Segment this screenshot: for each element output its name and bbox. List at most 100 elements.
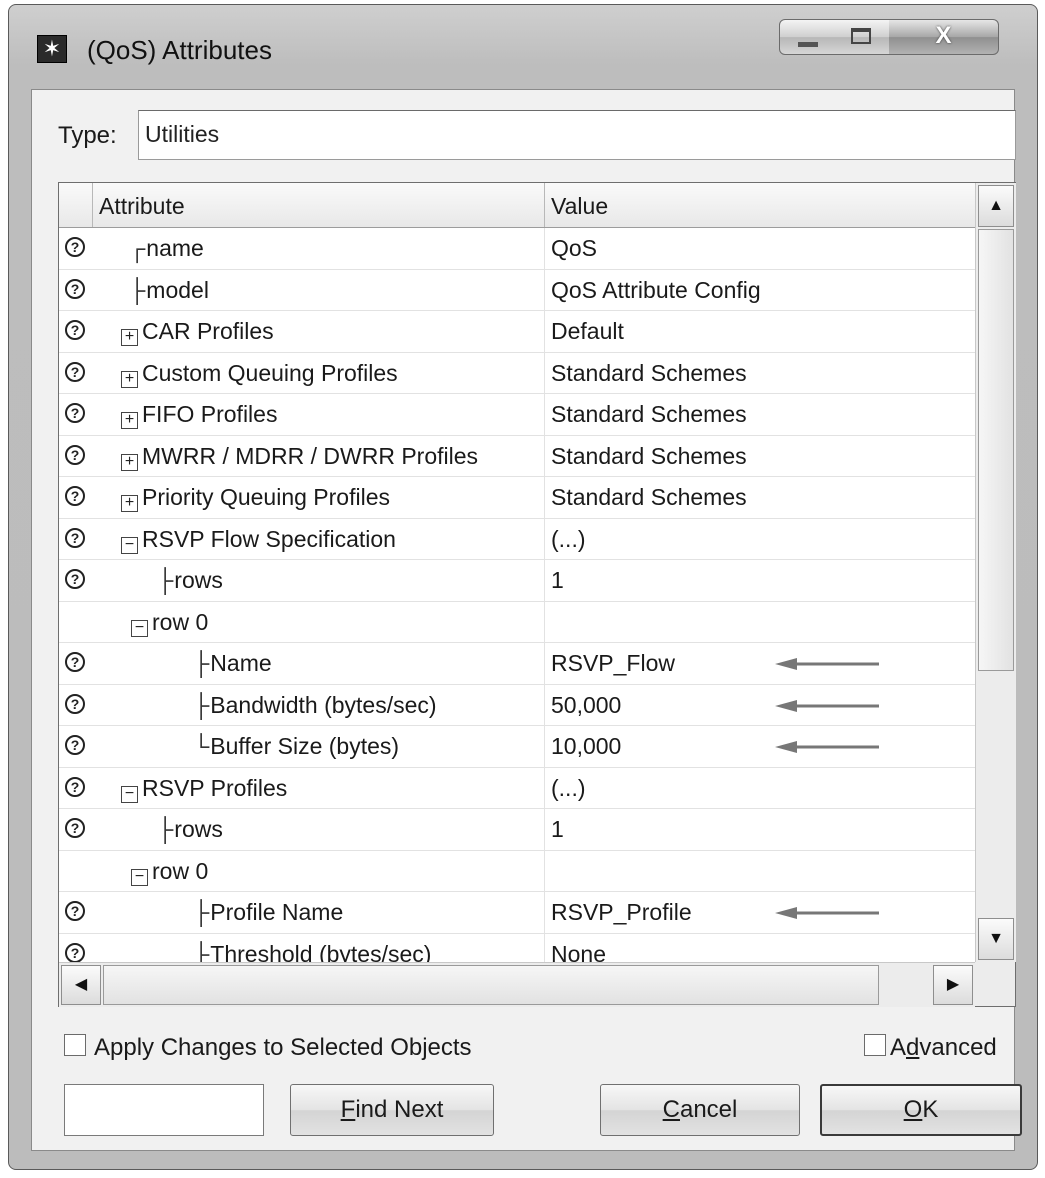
plus-box-icon[interactable]: + — [121, 412, 138, 429]
attribute-grid: Attribute Value ? ┌name QoS? ├model QoS Attr… — [58, 182, 1016, 1007]
attribute-cell: ├model — [129, 270, 209, 310]
grid-row[interactable]: ? − RSVP Flow Specification (...) — [59, 518, 975, 560]
cancel-label: ancel — [679, 1096, 738, 1123]
plus-box-icon[interactable]: + — [121, 453, 138, 471]
advanced-label[interactable]: Advanced — [890, 1034, 997, 1062]
question-circle-icon[interactable]: ? — [65, 735, 85, 755]
grid-row[interactable]: ? + CAR Profiles Default — [59, 311, 975, 353]
question-circle-icon[interactable]: ? — [65, 652, 85, 672]
question-circle-icon[interactable]: ? — [65, 403, 85, 423]
question-circle-icon[interactable]: ? — [65, 942, 85, 963]
question-circle-icon[interactable]: ? — [65, 237, 85, 257]
find-input[interactable] — [64, 1084, 264, 1136]
value-cell[interactable]: Standard Schemes — [551, 436, 747, 476]
column-divider[interactable] — [544, 183, 545, 227]
triangle-up-icon: ▲ — [988, 197, 1004, 214]
vertical-scroll-thumb[interactable] — [978, 229, 1014, 671]
question-circle-icon[interactable]: ? — [65, 278, 85, 299]
ok-button[interactable]: OK — [820, 1084, 1022, 1136]
value-cell[interactable]: Standard Schemes — [551, 353, 747, 393]
plus-box-icon[interactable]: + — [121, 495, 138, 512]
question-circle-icon[interactable]: ? — [65, 901, 85, 921]
value-cell[interactable]: (...) — [551, 519, 586, 559]
minus-box-icon[interactable]: − — [131, 619, 148, 637]
column-divider — [544, 850, 545, 892]
left-arrow-icon — [775, 907, 879, 919]
apply-changes-checkbox[interactable] — [64, 1034, 86, 1056]
value-cell[interactable]: (...) — [551, 768, 586, 808]
scroll-corner — [975, 962, 1015, 1006]
grid-row[interactable]: − row 0 — [59, 850, 975, 892]
question-circle-icon[interactable]: ? — [65, 486, 85, 506]
question-circle-icon[interactable]: ? — [65, 444, 85, 465]
type-field[interactable]: Utilities — [138, 110, 1016, 160]
scroll-down-button[interactable]: ▼ — [978, 918, 1014, 960]
tree-connector: ├ — [157, 816, 174, 842]
grid-row[interactable]: ? + FIFO Profiles Standard Schemes — [59, 394, 975, 436]
value-cell[interactable]: QoS — [551, 228, 597, 268]
grid-row[interactable]: ? ├rows 1 — [59, 809, 975, 851]
grid-row[interactable]: ? └Buffer Size (bytes) 10,000 — [59, 726, 975, 768]
attribute-cell: − row 0 — [131, 851, 208, 891]
value-cell[interactable]: Standard Schemes — [551, 477, 747, 517]
apply-changes-label[interactable]: Apply Changes to Selected Objects — [94, 1034, 472, 1062]
question-circle-icon[interactable]: ? — [65, 776, 85, 797]
value-cell[interactable]: QoS Attribute Config — [551, 270, 761, 310]
minus-box-icon[interactable]: − — [121, 536, 138, 554]
scroll-up-button[interactable]: ▲ — [978, 185, 1014, 227]
tree-connector: ┌ — [129, 235, 146, 261]
scroll-right-button[interactable]: ▶ — [933, 965, 973, 1005]
value-cell[interactable]: Standard Schemes — [551, 394, 747, 434]
value-cell[interactable]: Default — [551, 311, 624, 351]
minimize-button[interactable] — [779, 19, 835, 55]
cancel-button[interactable]: Cancel — [600, 1084, 800, 1136]
vertical-scrollbar[interactable]: ▲ ▼ — [975, 183, 1016, 962]
grid-row[interactable]: ? + Priority Queuing Profiles Standard Sche… — [59, 477, 975, 519]
value-cell[interactable]: 50,000 — [551, 685, 621, 725]
grid-row[interactable]: ? ├model QoS Attribute Config — [59, 269, 975, 311]
question-circle-icon[interactable]: ? — [65, 818, 85, 838]
question-circle-icon[interactable]: ? — [65, 693, 85, 714]
grid-row[interactable]: ? + Custom Queuing Profiles Standard Scheme… — [59, 352, 975, 394]
horizontal-scroll-thumb[interactable] — [103, 965, 879, 1005]
plus-box-icon[interactable]: + — [121, 370, 138, 388]
scroll-left-button[interactable]: ◀ — [61, 965, 101, 1005]
attribute-label: Name — [210, 650, 272, 676]
horizontal-scrollbar[interactable]: ◀ ▶ — [59, 962, 975, 1007]
grid-row[interactable]: ? ├Bandwidth (bytes/sec) 50,000 — [59, 684, 975, 726]
question-circle-icon[interactable]: ? — [65, 527, 85, 548]
column-header-value[interactable]: Value — [551, 193, 608, 220]
minus-box-icon[interactable]: − — [131, 868, 148, 886]
attribute-cell: − RSVP Flow Specification — [121, 519, 396, 559]
grid-header: Attribute Value — [59, 183, 975, 228]
tree-connector: ├ — [193, 899, 210, 925]
value-cell[interactable]: 10,000 — [551, 726, 621, 766]
value-cell[interactable]: 1 — [551, 809, 564, 849]
grid-rows: ? ┌name QoS? ├model QoS Attribute Config? + CA… — [59, 228, 975, 975]
window-title: (QoS) Attributes — [87, 35, 272, 65]
question-circle-icon[interactable]: ? — [65, 361, 85, 382]
value-cell[interactable]: RSVP_Profile — [551, 892, 692, 932]
column-header-attribute[interactable]: Attribute — [99, 193, 185, 220]
grid-row[interactable]: ? ┌name QoS — [59, 228, 975, 270]
advanced-checkbox[interactable] — [864, 1034, 886, 1056]
value-cell[interactable]: 1 — [551, 560, 564, 600]
title-bar[interactable]: ✶ (QoS) Attributes X — [9, 5, 1037, 89]
grid-row[interactable]: − row 0 — [59, 601, 975, 643]
grid-row[interactable]: ? ├Profile Name RSVP_Profile — [59, 892, 975, 934]
question-circle-icon[interactable]: ? — [65, 320, 85, 340]
question-circle-icon[interactable]: ? — [65, 569, 85, 589]
grid-row[interactable]: ? + MWRR / MDRR / DWRR Profiles Standard Sc… — [59, 435, 975, 477]
plus-box-icon[interactable]: + — [121, 329, 138, 346]
left-arrow-icon — [775, 699, 879, 712]
grid-row[interactable]: ? ├rows 1 — [59, 560, 975, 602]
value-cell[interactable]: RSVP_Flow — [551, 643, 675, 683]
close-button[interactable]: X — [889, 19, 999, 55]
maximize-button[interactable] — [834, 19, 890, 55]
find-next-button[interactable]: Find Next — [290, 1084, 494, 1136]
attribute-label: RSVP Flow Specification — [142, 525, 396, 552]
grid-row[interactable]: ? ├Name RSVP_Flow — [59, 643, 975, 685]
minus-box-icon[interactable]: − — [121, 785, 138, 803]
grid-row[interactable]: ? − RSVP Profiles (...) — [59, 767, 975, 809]
attribute-cell: ├rows — [157, 560, 223, 600]
